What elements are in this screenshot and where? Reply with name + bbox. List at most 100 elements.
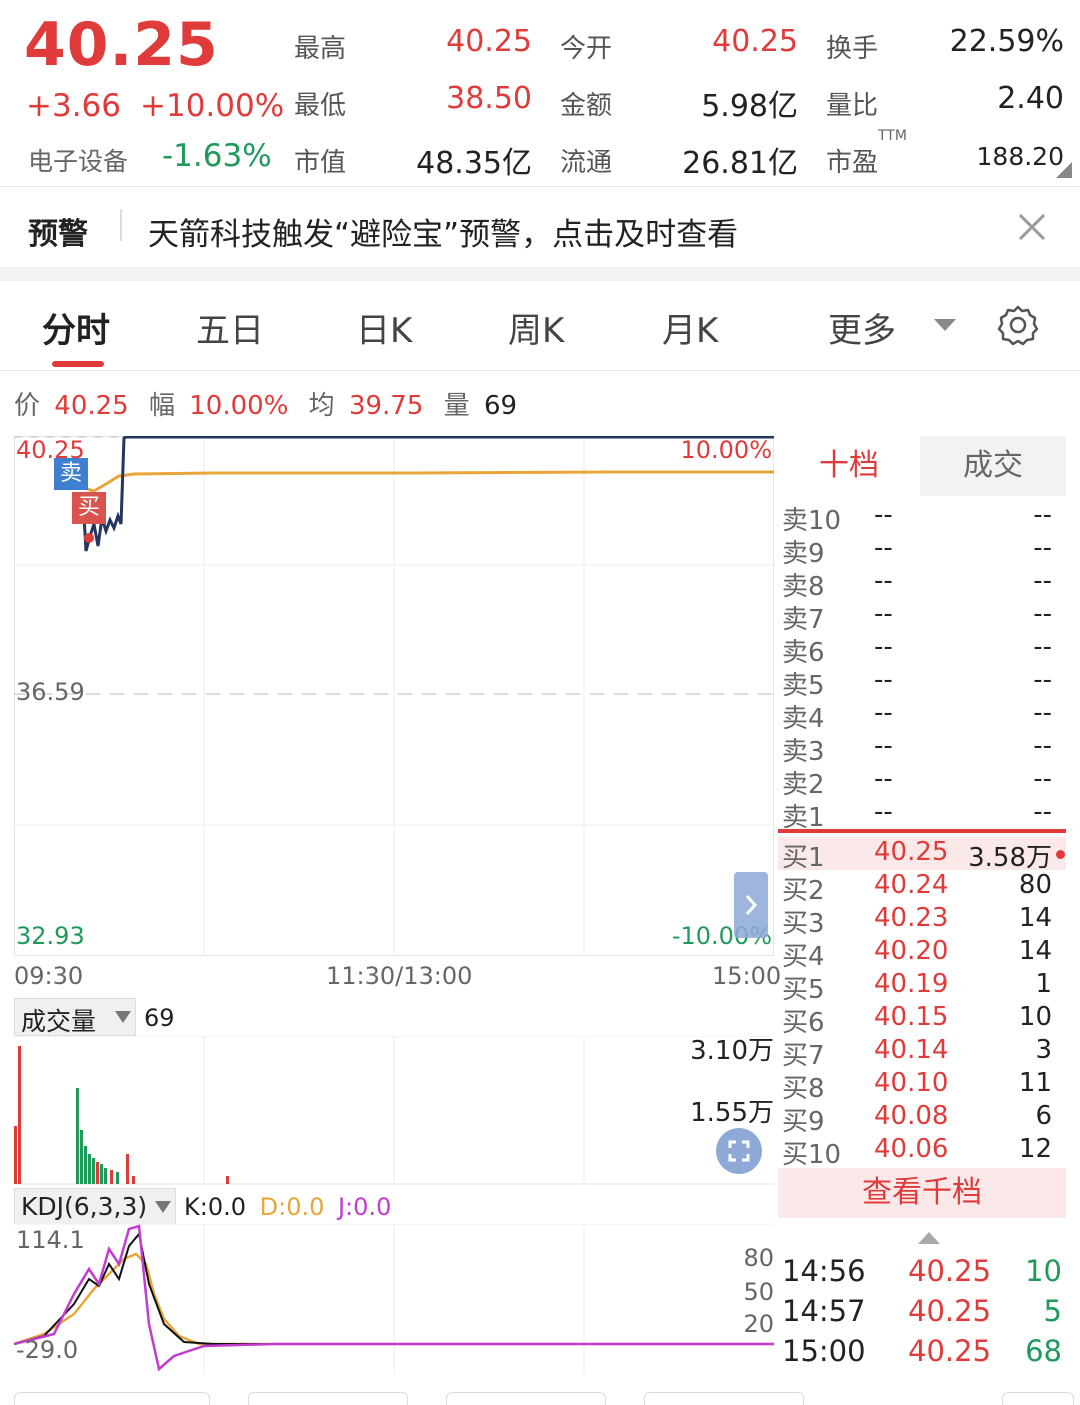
volume-chart[interactable]: 3.10万 1.55万 (14, 1036, 774, 1186)
bid-level-label: 买2 (782, 876, 825, 906)
stat-value-high: 40.25 (446, 24, 532, 59)
stat-value-volume-ratio: 2.40 (997, 81, 1064, 116)
close-icon[interactable] (1014, 209, 1050, 245)
ask-price: -- (874, 797, 893, 827)
kdj-indicator-selector[interactable]: KDJ(6,3,3) (14, 1188, 176, 1226)
alert-message[interactable]: 天箭科技触发“避险宝”预警，点击及时查看 (148, 209, 738, 254)
ask-row[interactable]: 卖8 -- -- (782, 566, 1062, 602)
volume-selector-label: 成交量 (21, 1007, 97, 1036)
bid-row[interactable]: 买10 40.06 12 (782, 1134, 1062, 1170)
ask-volume: -- (1033, 533, 1052, 563)
ask-price: -- (874, 665, 893, 695)
fullscreen-button[interactable] (716, 1128, 762, 1174)
volume-axis-mid: 1.55万 (690, 1098, 774, 1128)
info-price-label: 价 (14, 391, 41, 421)
kdj-values: K:0.0 D:0.0 J:0.0 (184, 1193, 391, 1221)
bid-row[interactable]: 买8 40.10 11 (782, 1068, 1062, 1104)
dropdown-triangle-icon (155, 1201, 171, 1213)
tab-trades[interactable]: 成交 (920, 436, 1066, 496)
chevron-down-icon[interactable] (934, 319, 956, 331)
bid-row[interactable]: 买3 40.23 14 (782, 903, 1062, 939)
info-avg-label: 均 (308, 391, 335, 421)
view-depth-button[interactable]: 查看千档 (778, 1168, 1066, 1218)
kdj-level-80: 80 (743, 1244, 774, 1272)
ask-row[interactable]: 卖7 -- -- (782, 599, 1062, 635)
tab-intraday[interactable]: 分时 (42, 303, 110, 352)
ask-row[interactable]: 卖3 -- -- (782, 731, 1062, 767)
info-vol-label: 量 (443, 391, 470, 421)
chart-tab-bar: 分时 五日 日K 周K 月K 更多 (0, 281, 1080, 371)
bid-level-label: 买10 (782, 1140, 842, 1170)
bid-price: 40.25 (874, 837, 949, 867)
bid-row[interactable]: 买9 40.08 6 (782, 1101, 1062, 1137)
trade-price: 40.25 (908, 1334, 992, 1368)
ask-level-label: 卖6 (782, 638, 825, 668)
ask-volume: -- (1033, 731, 1052, 761)
spread-divider (778, 829, 1066, 833)
pct-axis-top-label: 10.00% (680, 436, 772, 464)
ask-level-label: 卖5 (782, 671, 825, 701)
gear-icon[interactable] (996, 303, 1040, 347)
kdj-chart[interactable]: 114.1 -29.0 80 50 20 (14, 1224, 774, 1374)
ask-volume: -- (1033, 764, 1052, 794)
bid-price: 40.24 (874, 870, 949, 900)
kdj-j-value: J:0.0 (338, 1193, 392, 1221)
bid-level-label: 买9 (782, 1107, 825, 1137)
volume-indicator-selector[interactable]: 成交量 (14, 998, 136, 1036)
sell-signal-badge[interactable]: 卖 (54, 458, 88, 490)
intraday-chart[interactable]: 40.25 36.59 32.93 10.00% -10.00% 卖 买 (14, 436, 774, 956)
ask-row[interactable]: 卖6 -- -- (782, 632, 1062, 668)
tab-daily-k[interactable]: 日K (356, 303, 412, 352)
alert-bar[interactable]: 预警 天箭科技触发“避险宝”预警，点击及时查看 (0, 187, 1080, 267)
ask-row[interactable]: 卖10 -- -- (782, 500, 1062, 536)
ask-level-label: 卖8 (782, 572, 825, 602)
price-change: +3.66 (26, 88, 121, 124)
ask-level-label: 卖4 (782, 704, 825, 734)
ask-volume: -- (1033, 632, 1052, 662)
ask-volume: -- (1033, 665, 1052, 695)
bid-level-label: 买7 (782, 1041, 825, 1071)
tab-weekly-k[interactable]: 周K (508, 303, 564, 352)
bid-volume: 12 (1018, 1134, 1052, 1164)
tab-more[interactable]: 更多 (828, 303, 896, 352)
tab-monthly-k[interactable]: 月K (662, 303, 718, 352)
sector-change: -1.63% (162, 138, 272, 174)
fullscreen-icon (728, 1140, 750, 1162)
corner-expand-icon[interactable] (1056, 162, 1072, 178)
bid-row[interactable]: 买4 40.20 14 (782, 936, 1062, 972)
ask-row[interactable]: 卖9 -- -- (782, 533, 1062, 569)
price-change-pct: +10.00% (140, 88, 285, 124)
bid-row[interactable]: 买1 40.25 3.58万 (782, 837, 1062, 873)
bid-level-label: 买4 (782, 942, 825, 972)
stat-label-volume-ratio: 量比 (826, 91, 879, 121)
crosshair-info-line: 价 40.25 幅 10.00% 均 39.75 量 69 (14, 385, 517, 422)
trade-time: 14:56 (782, 1254, 866, 1288)
info-price: 40.25 (54, 391, 129, 421)
bid-row[interactable]: 买7 40.14 3 (782, 1035, 1062, 1071)
buy-signal-badge[interactable]: 买 (72, 492, 106, 524)
bid-price: 40.10 (874, 1068, 949, 1098)
stat-value-turnover: 22.59% (949, 24, 1064, 59)
tab-five-day[interactable]: 五日 (196, 303, 264, 352)
bid-row[interactable]: 买5 40.19 1 (782, 969, 1062, 1005)
chevron-up-icon[interactable] (918, 1232, 940, 1244)
y-axis-mid-label: 36.59 (16, 678, 85, 706)
tab-ten-levels[interactable]: 十档 (778, 436, 920, 496)
expand-panel-button[interactable] (734, 872, 768, 938)
active-tab-indicator (52, 361, 104, 367)
bid-volume: 11 (1018, 1068, 1052, 1098)
info-range: 10.00% (189, 391, 289, 421)
bid-row[interactable]: 买2 40.24 80 (782, 870, 1062, 906)
time-axis-mid: 11:30/13:00 (326, 962, 473, 990)
ask-row[interactable]: 卖2 -- -- (782, 764, 1062, 800)
ask-row[interactable]: 卖4 -- -- (782, 698, 1062, 734)
ask-row[interactable]: 卖5 -- -- (782, 665, 1062, 701)
trade-time: 15:00 (782, 1334, 866, 1368)
sector-name[interactable]: 电子设备 (28, 142, 128, 178)
ask-volume: -- (1033, 698, 1052, 728)
trade-volume: 68 (1025, 1334, 1062, 1368)
ask-row[interactable]: 卖1 -- -- (782, 797, 1062, 833)
ask-price: -- (874, 500, 893, 530)
kdj-selector-label: KDJ(6,3,3) (21, 1192, 148, 1221)
bid-row[interactable]: 买6 40.15 10 (782, 1002, 1062, 1038)
